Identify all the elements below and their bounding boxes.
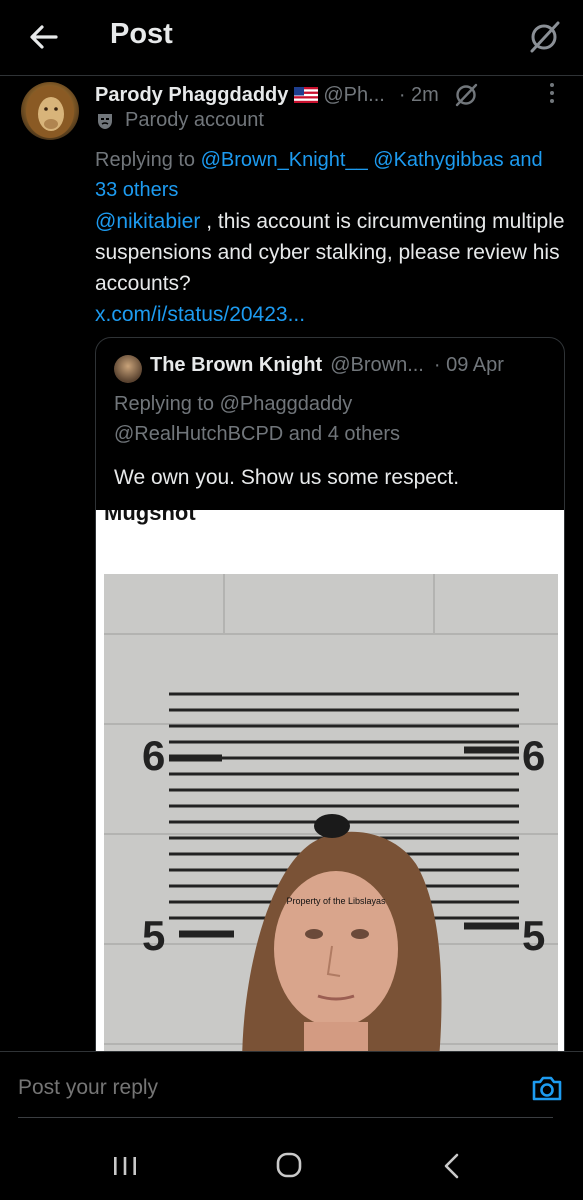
back-chevron-icon[interactable] bbox=[442, 1153, 462, 1179]
author-display-name[interactable]: Parody Phaggdaddy bbox=[95, 84, 288, 107]
system-nav-bar bbox=[0, 1124, 583, 1200]
avatar[interactable] bbox=[21, 82, 79, 140]
post-timestamp[interactable]: · 2m bbox=[399, 84, 439, 107]
height-mark: 6 bbox=[142, 732, 165, 779]
quoted-display-name: The Brown Knight bbox=[150, 354, 323, 376]
reply-composer bbox=[0, 1051, 583, 1121]
us-flag-icon bbox=[294, 87, 319, 103]
quoted-post-text: We own you. Show us some respect. bbox=[114, 466, 460, 489]
home-icon[interactable] bbox=[276, 1152, 302, 1178]
post-text: @nikitabier , this account is circumvent… bbox=[95, 206, 565, 330]
replying-to: Replying to @Brown_Knight__ @Kathygibbas… bbox=[95, 145, 565, 205]
quoted-image[interactable]: Mugshot 6 6 5 5 Property of the Libslaya… bbox=[96, 510, 564, 1096]
quoted-post[interactable]: The Brown Knight @Brown... · 09 Apr Repl… bbox=[95, 337, 565, 1097]
top-bar: Post bbox=[0, 0, 583, 76]
quoted-timestamp: · 09 Apr bbox=[433, 354, 504, 376]
mask-icon bbox=[98, 113, 112, 129]
mugshot-photo: 6 6 5 5 Property of the Libslayas bbox=[104, 574, 558, 1096]
quoted-author-row: The Brown Knight @Brown... · 09 Apr bbox=[150, 354, 504, 377]
status-url-link[interactable]: x.com/i/status/20423... bbox=[95, 303, 305, 326]
reply-divider bbox=[18, 1117, 553, 1118]
grok-slash-icon[interactable] bbox=[453, 82, 479, 108]
author-handle[interactable]: @Ph... bbox=[323, 84, 384, 107]
height-mark: 5 bbox=[142, 912, 165, 959]
page-title: Post bbox=[110, 18, 173, 50]
height-mark: 6 bbox=[522, 732, 545, 779]
height-mark: 5 bbox=[522, 912, 545, 959]
quoted-handle: @Brown... bbox=[330, 354, 424, 376]
parody-label: Parody account bbox=[95, 109, 264, 132]
quoted-replying-to: Replying to @Phaggdaddy @RealHutchBCPD a… bbox=[114, 389, 554, 449]
parody-account-text: Parody account bbox=[125, 109, 264, 131]
recent-apps-icon[interactable] bbox=[112, 1155, 138, 1177]
quoted-replying-line: Replying to @Phaggdaddy bbox=[114, 393, 353, 415]
lion-avatar-image bbox=[26, 86, 74, 138]
mention-link[interactable]: @nikitabier bbox=[95, 210, 200, 233]
mugshot-label: Mugshot bbox=[104, 510, 196, 525]
more-options-icon[interactable] bbox=[545, 81, 559, 105]
camera-icon[interactable] bbox=[531, 1074, 563, 1102]
forehead-text: Property of the Libslayas bbox=[286, 896, 386, 906]
reply-input[interactable] bbox=[18, 1076, 498, 1100]
author-row: Parody Phaggdaddy @Ph... · 2m bbox=[95, 80, 565, 110]
mention-link[interactable]: @Brown_Knight__ bbox=[201, 149, 368, 171]
mention-link[interactable]: @Kathygibbas bbox=[373, 149, 503, 171]
quoted-replying-line: @RealHutchBCPD and 4 others bbox=[114, 423, 400, 445]
back-arrow-icon[interactable] bbox=[26, 20, 60, 54]
avatar bbox=[114, 355, 142, 383]
grok-slash-icon[interactable] bbox=[527, 20, 561, 54]
mugshot-image: 6 6 5 5 Property of the Libslayas bbox=[104, 574, 558, 1096]
replying-prefix: Replying to bbox=[95, 149, 201, 171]
